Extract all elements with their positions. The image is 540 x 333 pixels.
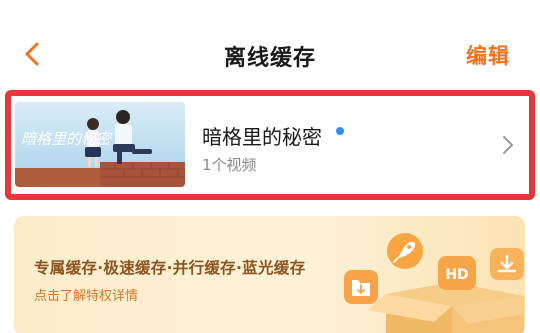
cache-item-title: 暗格里的秘密 xyxy=(202,125,322,149)
new-indicator-dot xyxy=(336,127,344,135)
download-icon xyxy=(490,248,524,280)
banner-subtitle: 点击了解特权详情 xyxy=(34,289,139,304)
cache-item[interactable]: 暗格里的秘密 暗格里的秘密 1个视频 xyxy=(11,96,529,194)
chevron-right-icon xyxy=(503,136,513,154)
hd-icon: HD xyxy=(438,256,476,290)
thumbnail-title: 暗格里的秘密 xyxy=(21,130,113,148)
video-thumbnail: 暗格里的秘密 xyxy=(15,102,185,187)
banner-title: 专属缓存·极速缓存·并行缓存·蓝光缓存 xyxy=(34,259,306,277)
banner-illustration: HD xyxy=(344,233,525,333)
page-title: 离线缓存 xyxy=(223,46,316,71)
top-bar: 离线缓存 编辑 xyxy=(0,0,540,100)
privilege-banner[interactable]: 专属缓存·极速缓存·并行缓存·蓝光缓存 点击了解特权详情 HD xyxy=(14,216,525,333)
folder-download-icon xyxy=(344,270,378,304)
rocket-icon xyxy=(387,233,423,269)
edit-button[interactable]: 编辑 xyxy=(466,40,510,70)
cache-item-count: 1个视频 xyxy=(202,156,257,174)
hd-badge: HD xyxy=(445,267,468,283)
